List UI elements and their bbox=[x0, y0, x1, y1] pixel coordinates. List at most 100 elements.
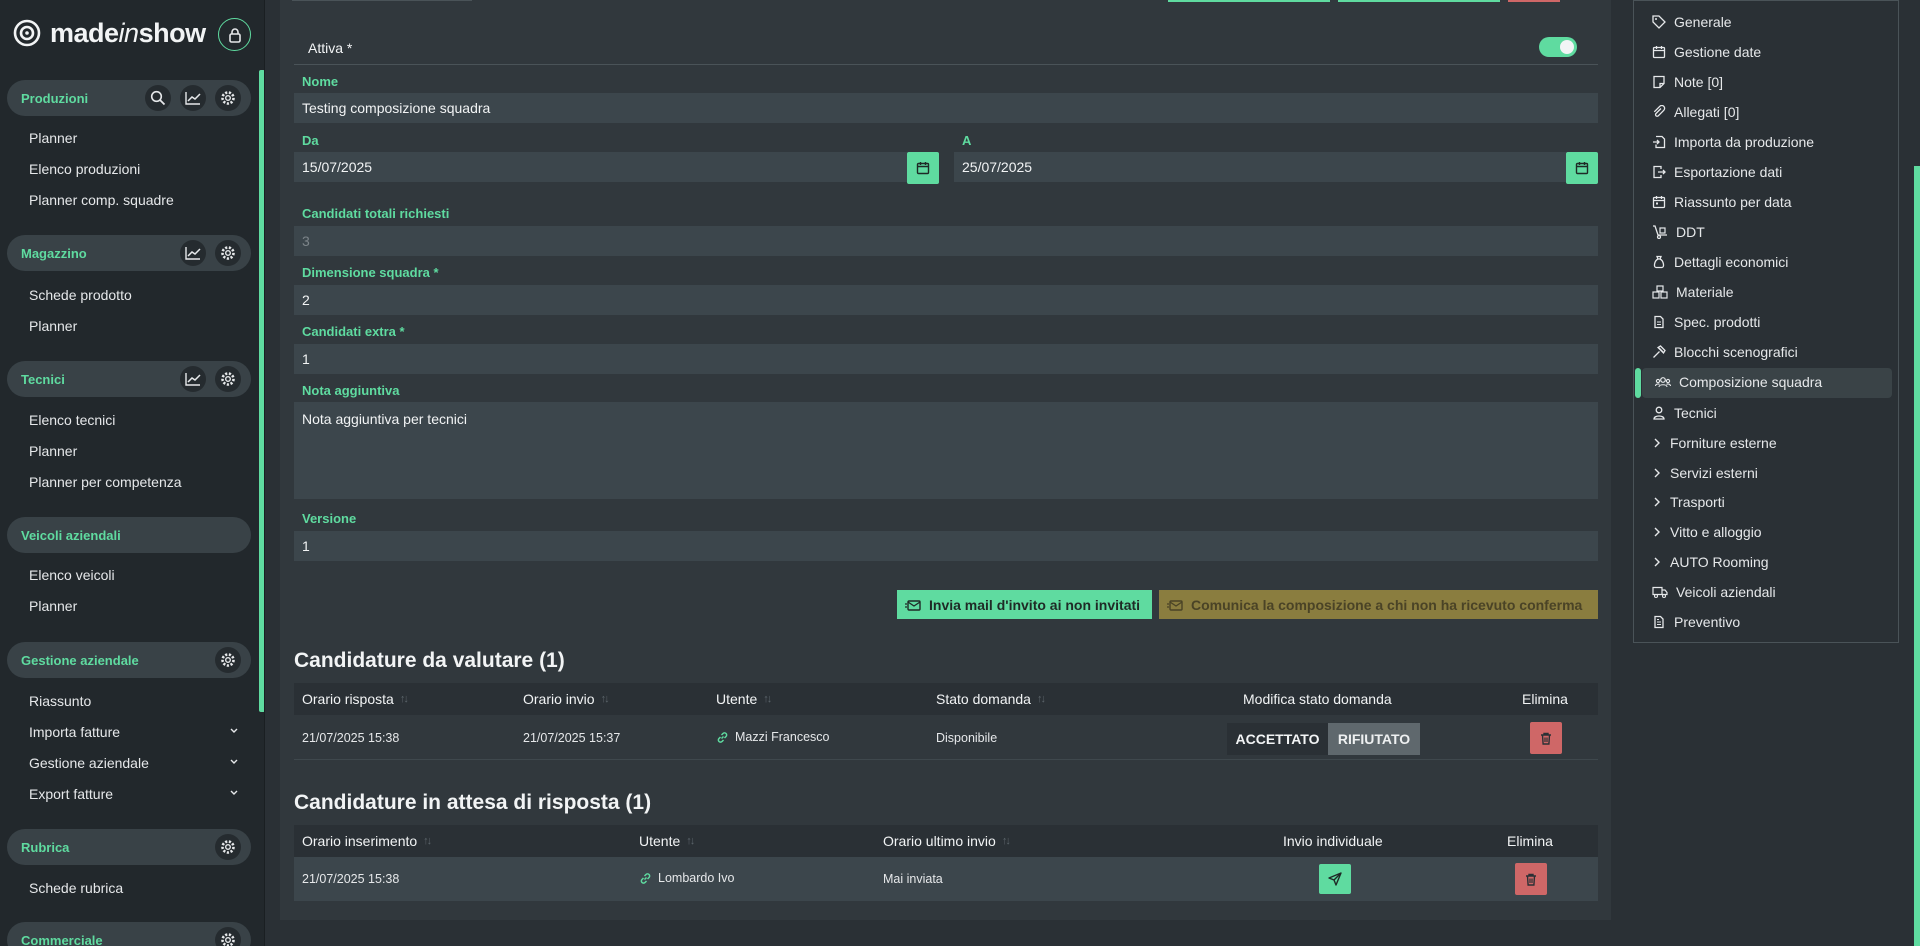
col-header[interactable]: Orario invio ↑↓ bbox=[523, 691, 610, 707]
nav-blocchi-scenografici[interactable]: Blocchi scenografici bbox=[1652, 342, 1798, 362]
sort-icon[interactable]: ↑↓ bbox=[686, 835, 695, 847]
chart-icon[interactable] bbox=[180, 85, 206, 111]
nav-generale[interactable]: Generale bbox=[1652, 12, 1732, 32]
sidebar-item-elenco-tecnici[interactable]: Elenco tecnici bbox=[29, 412, 239, 428]
sort-icon[interactable]: ↑↓ bbox=[763, 693, 772, 705]
sidebar-item-planner-per-competenza[interactable]: Planner per competenza bbox=[29, 474, 239, 490]
page-scrollbar[interactable] bbox=[1914, 166, 1920, 946]
active-toggle[interactable] bbox=[1539, 37, 1577, 57]
app-logo[interactable]: madeinshow bbox=[12, 16, 206, 50]
nav-vitto-e-alloggio[interactable]: Vitto e alloggio bbox=[1652, 522, 1762, 542]
top-button-edge[interactable] bbox=[1168, 0, 1330, 2]
nav-dettagli-economici[interactable]: Dettagli economici bbox=[1652, 252, 1788, 272]
gear-icon[interactable] bbox=[215, 366, 241, 392]
chart-icon[interactable] bbox=[180, 240, 206, 266]
nav-veicoli-aziendali[interactable]: Veicoli aziendali bbox=[1652, 582, 1776, 602]
note-textarea[interactable]: Nota aggiuntiva per tecnici bbox=[294, 402, 1598, 499]
nav-tecnici[interactable]: Tecnici bbox=[1652, 403, 1717, 423]
sidebar-scrollbar[interactable] bbox=[259, 70, 264, 712]
sidebar-item-planner[interactable]: Planner bbox=[29, 318, 239, 334]
nav-servizi-esterni[interactable]: Servizi esterni bbox=[1652, 463, 1758, 483]
gear-icon[interactable] bbox=[215, 647, 241, 673]
nav-gestione-date[interactable]: Gestione date bbox=[1652, 42, 1761, 62]
sidebar-item-schede-rubrica[interactable]: Schede rubrica bbox=[29, 880, 239, 896]
team-size-field[interactable]: 2 bbox=[294, 285, 1598, 315]
sidebar-item-importa-fatture[interactable]: Importa fatture bbox=[29, 724, 239, 740]
delete-button[interactable] bbox=[1515, 863, 1547, 895]
sidebar-item-planner[interactable]: Planner bbox=[29, 598, 239, 614]
nav-spec-prodotti[interactable]: Spec. prodotti bbox=[1652, 312, 1760, 332]
search-icon[interactable] bbox=[145, 85, 171, 111]
lock-button[interactable] bbox=[218, 18, 251, 51]
top-button-edge[interactable] bbox=[1338, 0, 1500, 2]
sort-icon[interactable]: ↑↓ bbox=[601, 693, 610, 705]
sidebar-item-planner-comp-squadre[interactable]: Planner comp. squadre bbox=[29, 192, 239, 208]
communicate-composition-button[interactable]: Comunica la composizione a chi non ha ri… bbox=[1159, 590, 1598, 619]
sidebar-item-riassunto[interactable]: Riassunto bbox=[29, 693, 239, 709]
accept-button[interactable]: ACCETTATO bbox=[1227, 723, 1328, 755]
section-tecnici[interactable]: Tecnici bbox=[7, 361, 251, 397]
user-link[interactable]: Mazzi Francesco bbox=[716, 730, 829, 744]
name-field[interactable]: Testing composizione squadra bbox=[294, 93, 1598, 123]
paperclip-icon bbox=[1653, 105, 1666, 117]
extra-candidates-field[interactable]: 1 bbox=[294, 344, 1598, 374]
to-date-field[interactable]: 25/07/2025 bbox=[954, 152, 1566, 182]
nav-preventivo[interactable]: Preventivo bbox=[1652, 612, 1740, 632]
sidebar-item-schede-prodotto[interactable]: Schede prodotto bbox=[29, 287, 239, 303]
section-magazzino[interactable]: Magazzino bbox=[7, 235, 251, 271]
nav-composizione-squadra[interactable]: Composizione squadra bbox=[1655, 372, 1822, 392]
col-header[interactable]: Orario risposta ↑↓ bbox=[302, 691, 409, 707]
nav-riassunto-per-data[interactable]: Riassunto per data bbox=[1652, 192, 1792, 212]
version-field[interactable]: 1 bbox=[294, 531, 1598, 561]
sort-icon[interactable]: ↑↓ bbox=[1037, 693, 1046, 705]
top-button-edge[interactable] bbox=[1508, 0, 1560, 2]
section-rubrica[interactable]: Rubrica bbox=[7, 829, 251, 865]
chart-icon[interactable] bbox=[180, 366, 206, 392]
sidebar-item-planner[interactable]: Planner bbox=[29, 130, 239, 146]
nav-note[interactable]: Note [0] bbox=[1652, 72, 1723, 92]
sidebar-item-planner[interactable]: Planner bbox=[29, 443, 239, 459]
col-header[interactable]: Utente ↑↓ bbox=[716, 691, 772, 707]
invite-mail-button[interactable]: Invia mail d'invito ai non invitati bbox=[897, 590, 1152, 619]
section-commerciale[interactable]: Commerciale bbox=[7, 922, 251, 946]
col-header[interactable]: Orario ultimo invio ↑↓ bbox=[883, 833, 1011, 849]
section-veicoli-aziendali[interactable]: Veicoli aziendali bbox=[7, 517, 251, 553]
chevron-right-icon bbox=[1654, 527, 1660, 537]
delete-button[interactable] bbox=[1530, 722, 1562, 754]
from-calendar-button[interactable] bbox=[907, 152, 939, 184]
nav-importa-da-produzione[interactable]: Importa da produzione bbox=[1652, 132, 1814, 152]
gear-icon[interactable] bbox=[215, 834, 241, 860]
item-label: Export fatture bbox=[29, 786, 114, 802]
nav-forniture-esterne[interactable]: Forniture esterne bbox=[1652, 433, 1777, 453]
col-header[interactable]: Utente ↑↓ bbox=[639, 833, 695, 849]
sidebar-item-elenco-veicoli[interactable]: Elenco veicoli bbox=[29, 567, 239, 583]
to-calendar-button[interactable] bbox=[1566, 152, 1598, 184]
mail-send-icon bbox=[1167, 599, 1183, 611]
sidebar-item-gestione-aziendale[interactable]: Gestione aziendale bbox=[29, 755, 239, 771]
from-date-field[interactable]: 15/07/2025 bbox=[294, 152, 907, 182]
col-header[interactable]: Orario inserimento ↑↓ bbox=[302, 833, 432, 849]
nav-auto-rooming[interactable]: AUTO Rooming bbox=[1652, 552, 1769, 572]
gear-icon[interactable] bbox=[215, 240, 241, 266]
col-header[interactable]: Stato domanda ↑↓ bbox=[936, 691, 1046, 707]
sort-icon[interactable]: ↑↓ bbox=[1002, 835, 1011, 847]
sidebar-item-export-fatture[interactable]: Export fatture bbox=[29, 786, 239, 802]
send-individual-button[interactable] bbox=[1319, 864, 1351, 894]
reply-time: 21/07/2025 15:38 bbox=[302, 731, 400, 745]
nav-ddt[interactable]: DDT bbox=[1652, 222, 1705, 242]
user-link[interactable]: Lombardo Ivo bbox=[639, 871, 734, 885]
nav-materiale[interactable]: Materiale bbox=[1652, 282, 1734, 302]
section-gestione-aziendale[interactable]: Gestione aziendale bbox=[7, 642, 251, 678]
sidebar-item-elenco-produzioni[interactable]: Elenco produzioni bbox=[29, 161, 239, 177]
nav-esportazione-dati[interactable]: Esportazione dati bbox=[1652, 162, 1782, 182]
reject-button[interactable]: RIFIUTATO bbox=[1328, 723, 1420, 755]
sort-icon[interactable]: ↑↓ bbox=[400, 693, 409, 705]
nav-trasporti[interactable]: Trasporti bbox=[1652, 492, 1725, 512]
nav-allegati[interactable]: Allegati [0] bbox=[1652, 102, 1739, 122]
sort-icon[interactable]: ↑↓ bbox=[423, 835, 432, 847]
chevron-right-icon bbox=[1654, 438, 1660, 448]
section-produzioni[interactable]: Produzioni bbox=[7, 80, 251, 116]
gear-icon[interactable] bbox=[215, 927, 241, 946]
total-candidates-field: 3 bbox=[294, 226, 1598, 256]
gear-icon[interactable] bbox=[215, 85, 241, 111]
